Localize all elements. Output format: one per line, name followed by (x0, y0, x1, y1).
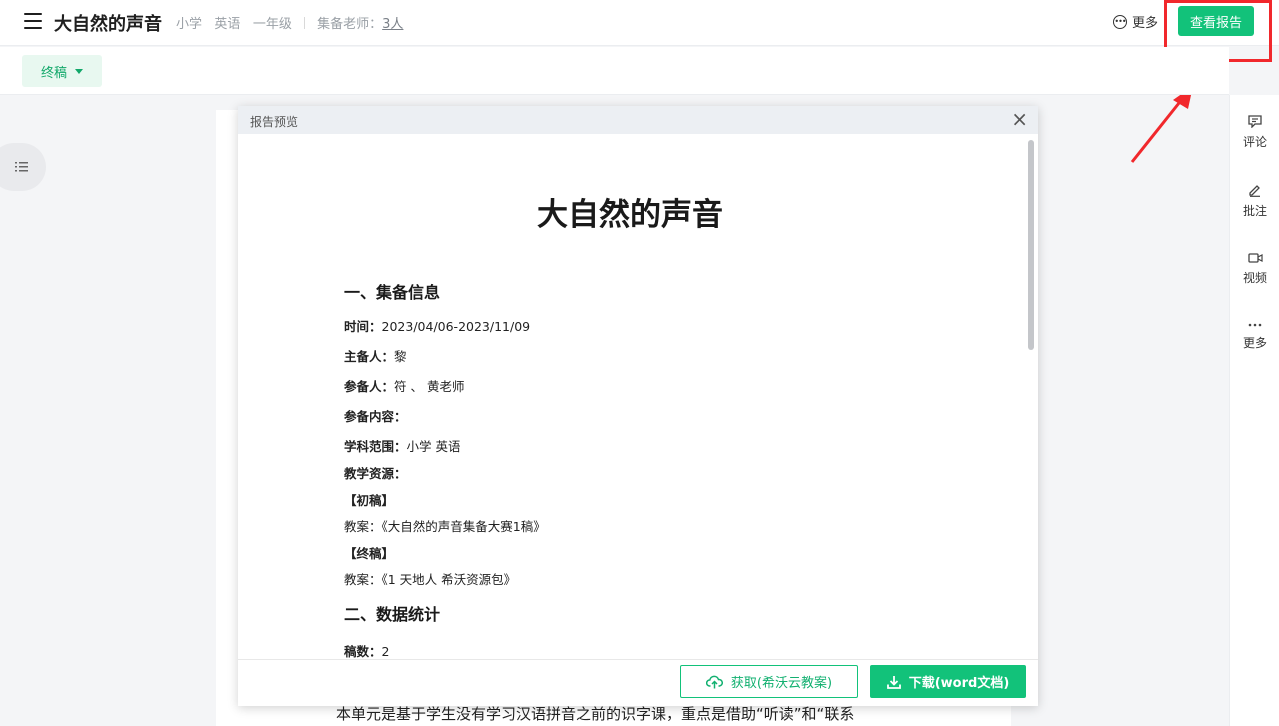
sidebar-item-comment[interactable]: 评论 (1230, 115, 1279, 150)
sidebar-item-label: 批注 (1242, 204, 1267, 218)
obtain-cloud-plan-button[interactable]: 获取(希沃云教案) (680, 665, 858, 698)
report-preview-modal: 报告预览 × 大自然的声音 一、集备信息 时间：2023/04/06-2023/… (238, 106, 1038, 706)
outline-toggle-button[interactable] (0, 143, 46, 191)
field-value: 2 (381, 644, 390, 659)
button-label: 下载(word文档) (908, 676, 1010, 691)
final-label: 【终稿】 (344, 546, 395, 561)
field-label: 教学资源： (344, 466, 407, 481)
resources-row: 教学资源： (344, 463, 407, 482)
sidebar-item-label: 更多 (1242, 336, 1267, 350)
field-label: 学科范围： (344, 439, 407, 454)
field-value: 黎 (394, 349, 407, 364)
field-label: 时间： (344, 319, 382, 334)
scope-row: 学科范围：小学 英语 (344, 436, 461, 455)
stage-label: 小学 (176, 17, 203, 32)
draft-label: 【初稿】 (344, 493, 395, 508)
report-title: 大自然的声音 (537, 197, 723, 233)
modal-header: 报告预览 × (238, 106, 1038, 134)
time-row: 时间：2023/04/06-2023/11/09 (344, 316, 530, 335)
scrollbar[interactable] (1028, 140, 1034, 350)
ellipsis-icon (1248, 323, 1262, 327)
participants-row: 参备人：符 、 黄老师 (344, 376, 464, 395)
section-heading: 一、集备信息 (344, 283, 441, 302)
more-label: 更多 (1132, 16, 1159, 31)
close-icon[interactable]: × (1011, 109, 1028, 129)
section-heading: 二、数据统计 (344, 605, 441, 624)
field-label: 主备人： (344, 349, 395, 364)
sidebar-item-label: 视频 (1242, 271, 1267, 285)
list-icon (15, 162, 28, 172)
divider (304, 17, 305, 29)
field-value: 符 、 黄老师 (394, 379, 465, 394)
grade-label: 一年级 (252, 17, 292, 32)
version-dropdown[interactable]: 终稿 (22, 55, 102, 87)
modal-title: 报告预览 (250, 115, 299, 129)
more-button[interactable]: ••• 更多 (1113, 12, 1158, 31)
doc-meta: 小学 英语 一年级 集备老师：3人 (176, 13, 403, 32)
sidebar-item-annotate[interactable]: 批注 (1230, 183, 1279, 219)
video-icon (1247, 253, 1263, 263)
content-row: 参备内容： (344, 406, 407, 425)
button-label: 获取(希沃云教案) (730, 676, 833, 691)
sidebar-item-video[interactable]: 视频 (1230, 252, 1279, 286)
comment-icon (1248, 115, 1262, 128)
pen-icon (1249, 185, 1260, 197)
sub-toolbar: 终稿 (0, 47, 1229, 95)
top-bar: 大自然的声音 小学 英语 一年级 集备老师：3人 ••• 更多 查看报告 (0, 0, 1279, 46)
ellipsis-circle-icon: ••• (1113, 14, 1127, 29)
caret-down-icon (75, 68, 83, 74)
cloud-upload-icon (705, 675, 723, 688)
subject-label: 英语 (214, 17, 241, 32)
host-row: 主备人：黎 (344, 346, 407, 365)
field-label: 稿数： (344, 644, 382, 659)
field-label: 参备内容： (344, 409, 407, 424)
version-label: 终稿 (40, 65, 67, 81)
menu-icon[interactable] (24, 13, 42, 29)
field-value: 2023/04/06-2023/11/09 (381, 319, 531, 334)
sidebar-item-more[interactable]: 更多 (1230, 321, 1279, 351)
right-sidebar: 评论 批注 视频 更多 (1229, 95, 1279, 726)
field-label: 参备人： (344, 379, 395, 394)
teachers-label: 集备老师： (317, 17, 383, 32)
modal-body[interactable]: 大自然的声音 一、集备信息 时间：2023/04/06-2023/11/09 主… (238, 134, 1038, 659)
download-icon (886, 675, 901, 689)
draft-plan: 教案：《大自然的声音集备大赛1稿》 (344, 519, 546, 534)
field-value: 小学 英语 (406, 439, 461, 454)
download-word-button[interactable]: 下载(word文档) (870, 665, 1026, 698)
teachers-count-link[interactable]: 3人 (382, 17, 403, 32)
document-paragraph: 本单元是基于学生没有学习汉语拼音之前的识字课，重点是借助“听读”和“联系 (336, 705, 855, 723)
final-plan: 教案：《1 天地人 希沃资源包》 (344, 572, 517, 587)
annotation-arrow-icon (1130, 86, 1193, 163)
modal-footer: 获取(希沃云教案) 下载(word文档) (238, 659, 1038, 706)
sidebar-item-label: 评论 (1242, 135, 1267, 149)
page-title: 大自然的声音 (54, 14, 162, 35)
drafts-row: 稿数：2 (344, 641, 389, 659)
